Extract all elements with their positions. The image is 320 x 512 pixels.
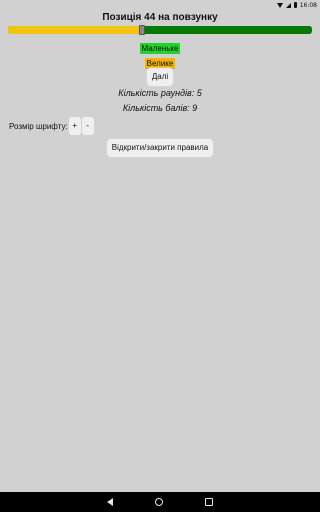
font-size-label: Розмір шрифту:: [9, 121, 68, 131]
rounds-count: Кількість раундів: 5: [118, 88, 202, 98]
rules-button-row: Відкрити/закрити правила: [0, 137, 320, 157]
next-button-row: Далі: [0, 66, 320, 86]
status-icons: 16:08: [276, 0, 317, 10]
navigation-bar: [0, 492, 320, 512]
back-icon[interactable]: [107, 498, 113, 506]
font-size-controls: Розмір шрифту: + -: [9, 117, 94, 135]
wifi-icon: [276, 2, 283, 8]
slider-thumb[interactable]: [139, 25, 145, 35]
slider-fill-left: [8, 26, 142, 34]
status-time: 16:08: [299, 1, 317, 9]
signal-icon: [285, 2, 291, 8]
slider-fill-right: [142, 26, 312, 34]
home-icon[interactable]: [155, 498, 163, 506]
battery-icon: [293, 2, 297, 8]
position-slider[interactable]: [8, 25, 312, 35]
font-increase-button[interactable]: +: [68, 117, 81, 135]
slider-position-title: Позиція 44 на повзунку: [102, 12, 218, 23]
status-bar: 16:08: [0, 0, 320, 10]
recents-icon[interactable]: [205, 498, 213, 506]
font-decrease-button[interactable]: -: [81, 117, 94, 135]
toggle-rules-button[interactable]: Відкрити/закрити правила: [106, 139, 214, 157]
next-button[interactable]: Далі: [146, 68, 174, 86]
points-count: Кількість балів: 9: [122, 103, 198, 113]
